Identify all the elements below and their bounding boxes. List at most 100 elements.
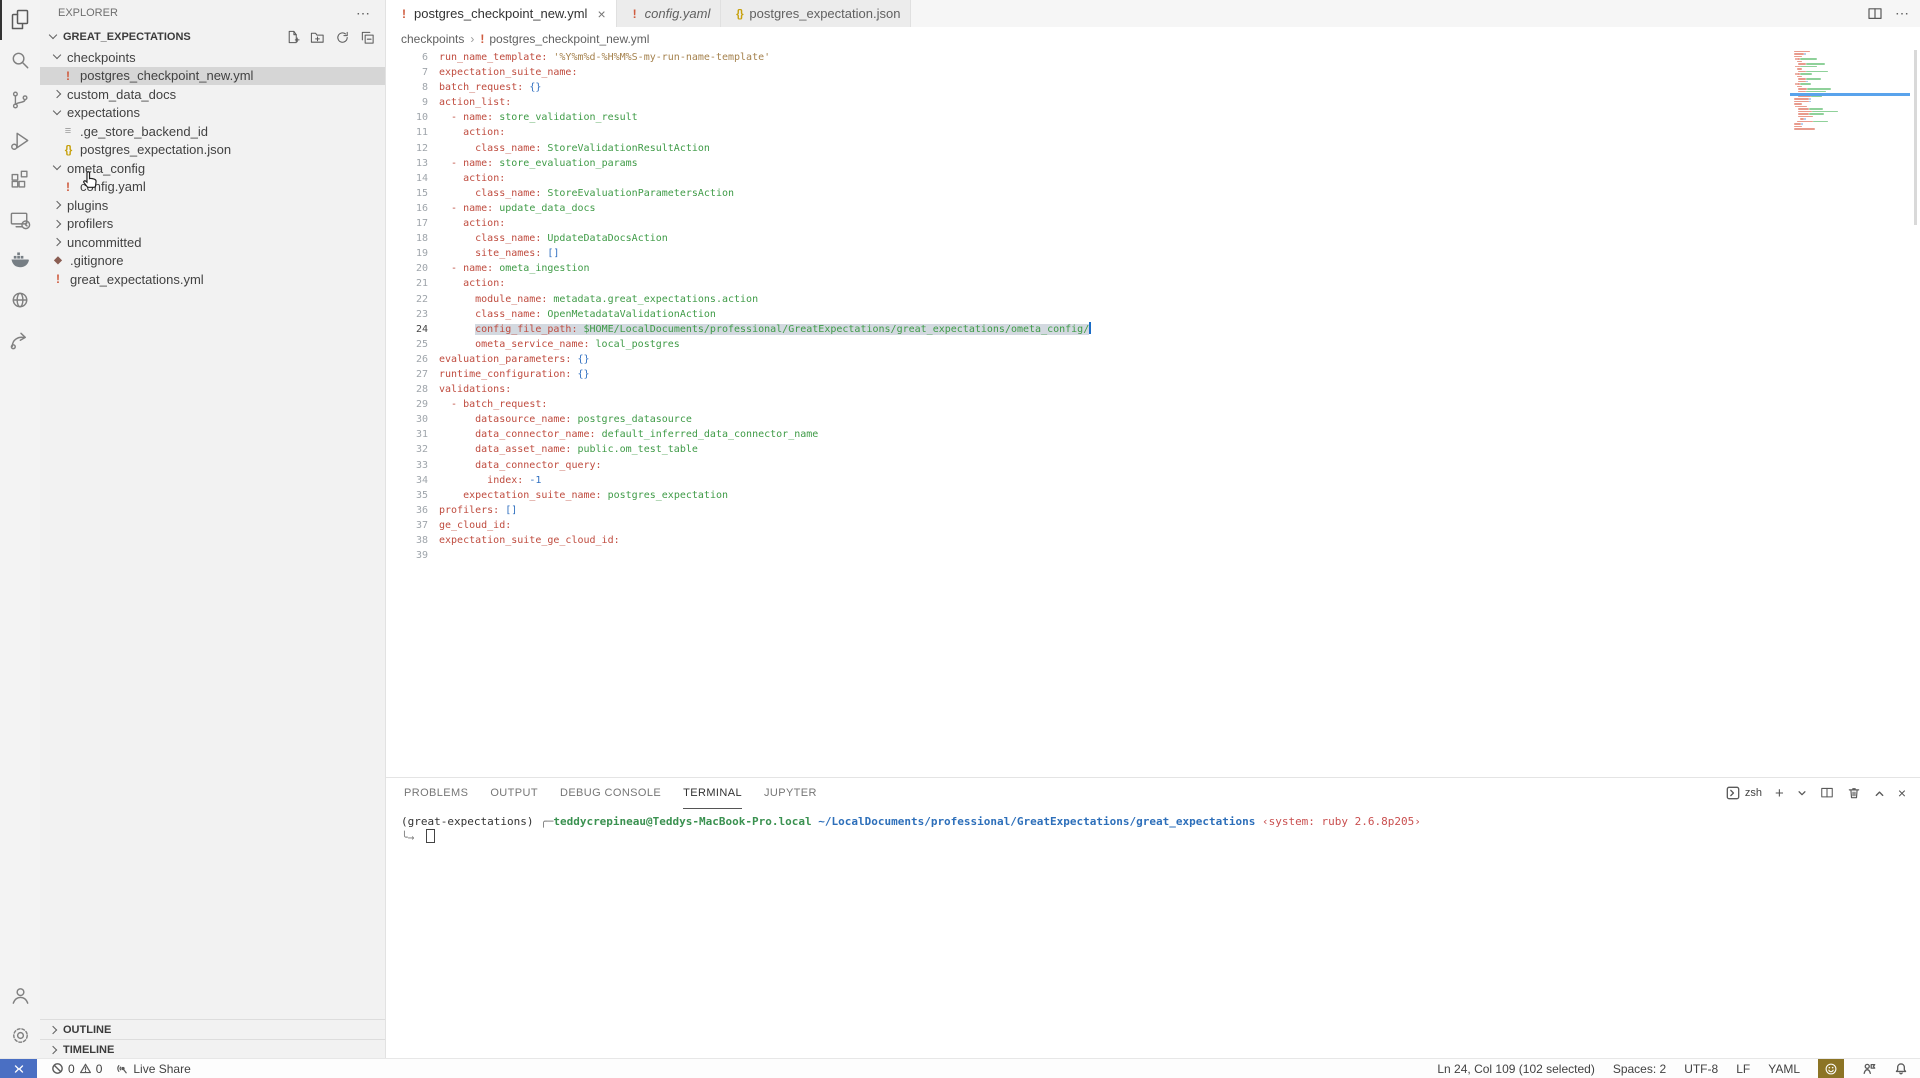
code-line-13[interactable]: 13 - name: store_evaluation_params <box>386 156 1920 171</box>
panel-tab-debug-console[interactable]: DEBUG CONSOLE <box>560 778 661 808</box>
refresh-icon[interactable] <box>335 30 350 45</box>
eol-sequence[interactable]: LF <box>1736 1062 1750 1076</box>
explorer-more-actions-icon[interactable]: ⋯ <box>356 5 371 22</box>
panel-tab-terminal[interactable]: TERMINAL <box>683 778 742 809</box>
activity-item-account[interactable] <box>0 975 40 1015</box>
code-line-27[interactable]: 27runtime_configuration: {} <box>386 367 1920 382</box>
remote-indicator[interactable] <box>0 1059 37 1078</box>
terminal-dropdown-icon[interactable] <box>1797 788 1807 798</box>
split-editor-icon[interactable] <box>1867 6 1883 22</box>
activity-item-jupyter-globe[interactable] <box>0 280 40 320</box>
new-terminal-icon[interactable]: + <box>1775 785 1784 802</box>
code-line-15[interactable]: 15 class_name: StoreEvaluationParameters… <box>386 186 1920 201</box>
tab-postgres-checkpoint-new-yml[interactable]: !postgres_checkpoint_new.yml× <box>386 0 617 27</box>
encoding[interactable]: UTF-8 <box>1684 1062 1718 1076</box>
outline-section[interactable]: OUTLINE <box>40 1019 385 1039</box>
code-line-22[interactable]: 22 module_name: metadata.great_expectati… <box>386 292 1920 307</box>
tree-item-postgres-expectation-json[interactable]: {}postgres_expectation.json <box>40 141 385 160</box>
terminal-input-line[interactable]: ╰→ <box>401 829 1920 845</box>
close-tab-icon[interactable]: × <box>597 6 605 22</box>
language-mode[interactable]: YAML <box>1768 1062 1800 1076</box>
minimap[interactable] <box>1794 50 1906 133</box>
problems-status[interactable]: 0 0 <box>51 1062 102 1076</box>
activity-item-extensions[interactable] <box>0 160 40 200</box>
panel-tab-problems[interactable]: PROBLEMS <box>404 778 468 808</box>
tree-item--ge-store-backend-id[interactable]: ≡.ge_store_backend_id <box>40 122 385 141</box>
tree-item-plugins[interactable]: plugins <box>40 196 385 215</box>
breadcrumb-folder[interactable]: checkpoints <box>401 32 464 46</box>
code-line-6[interactable]: 6run_name_template: '%Y%m%d-%H%M%S-my-ru… <box>386 50 1920 65</box>
tree-item-custom-data-docs[interactable]: custom_data_docs <box>40 85 385 104</box>
code-line-38[interactable]: 38expectation_suite_ge_cloud_id: <box>386 533 1920 548</box>
code-line-16[interactable]: 16 - name: update_data_docs <box>386 201 1920 216</box>
activity-item-remote-explorer[interactable] <box>0 200 40 240</box>
code-line-8[interactable]: 8batch_request: {} <box>386 80 1920 95</box>
code-line-9[interactable]: 9action_list: <box>386 95 1920 110</box>
code-line-34[interactable]: 34 index: -1 <box>386 473 1920 488</box>
new-folder-icon[interactable] <box>310 30 325 45</box>
code-line-33[interactable]: 33 data_connector_query: <box>386 458 1920 473</box>
tab-config-yaml[interactable]: !config.yaml <box>617 0 722 27</box>
live-share-status[interactable]: Live Share <box>116 1062 190 1076</box>
code-line-19[interactable]: 19 site_names: [] <box>386 246 1920 261</box>
code-line-36[interactable]: 36profilers: [] <box>386 503 1920 518</box>
code-line-35[interactable]: 35 expectation_suite_name: postgres_expe… <box>386 488 1920 503</box>
activity-item-docker[interactable] <box>0 240 40 280</box>
breadcrumb-file[interactable]: postgres_checkpoint_new.yml <box>489 32 649 46</box>
tab-postgres-expectation-json[interactable]: {}postgres_expectation.json <box>721 0 911 27</box>
more-actions-icon[interactable]: ⋯ <box>1895 5 1910 22</box>
code-line-23[interactable]: 23 class_name: OpenMetadataValidationAct… <box>386 307 1920 322</box>
code-line-17[interactable]: 17 action: <box>386 216 1920 231</box>
tree-item-postgres-checkpoint-new-yml[interactable]: !postgres_checkpoint_new.yml <box>40 67 385 86</box>
terminal-profile[interactable]: zsh <box>1726 786 1762 800</box>
code-line-18[interactable]: 18 class_name: UpdateDataDocsAction <box>386 231 1920 246</box>
terminal-content[interactable]: (great-expectations) ╭─teddycrepineau@Te… <box>386 808 1920 845</box>
split-terminal-icon[interactable] <box>1820 786 1834 800</box>
person-feedback-icon[interactable] <box>1862 1062 1876 1076</box>
cursor-position[interactable]: Ln 24, Col 109 (102 selected) <box>1437 1062 1594 1076</box>
tree-item-ometa-config[interactable]: ometa_config <box>40 159 385 178</box>
activity-item-run-debug[interactable] <box>0 120 40 160</box>
code-line-29[interactable]: 29 - batch_request: <box>386 397 1920 412</box>
maximize-panel-icon[interactable] <box>1874 788 1885 799</box>
code-line-28[interactable]: 28validations: <box>386 382 1920 397</box>
tree-item-expectations[interactable]: expectations <box>40 104 385 123</box>
feedback-smiley-icon[interactable] <box>1818 1059 1844 1078</box>
tree-item-great-expectations-yml[interactable]: !great_expectations.yml <box>40 270 385 289</box>
activity-item-settings[interactable] <box>0 1015 40 1055</box>
tree-item-checkpoints[interactable]: checkpoints <box>40 48 385 67</box>
tree-item--gitignore[interactable]: ◆.gitignore <box>40 252 385 271</box>
new-file-icon[interactable] <box>285 30 300 45</box>
activity-item-explorer[interactable] <box>0 0 40 40</box>
panel-tab-jupyter[interactable]: JUPYTER <box>764 778 817 808</box>
tree-item-uncommitted[interactable]: uncommitted <box>40 233 385 252</box>
project-root-row[interactable]: GREAT_EXPECTATIONS <box>40 26 385 48</box>
notifications-bell-icon[interactable] <box>1894 1062 1908 1076</box>
panel-tab-output[interactable]: OUTPUT <box>490 778 538 808</box>
tree-item-profilers[interactable]: profilers <box>40 215 385 234</box>
close-panel-icon[interactable]: × <box>1898 785 1906 801</box>
code-line-12[interactable]: 12 class_name: StoreValidationResultActi… <box>386 141 1920 156</box>
timeline-section[interactable]: TIMELINE <box>40 1039 385 1059</box>
code-line-10[interactable]: 10 - name: store_validation_result <box>386 110 1920 125</box>
code-line-14[interactable]: 14 action: <box>386 171 1920 186</box>
code-line-11[interactable]: 11 action: <box>386 125 1920 140</box>
code-line-31[interactable]: 31 data_connector_name: default_inferred… <box>386 427 1920 442</box>
breadcrumb[interactable]: checkpoints › ! postgres_checkpoint_new.… <box>386 27 1920 50</box>
activity-item-source-control[interactable] <box>0 80 40 120</box>
tree-item-config-yaml[interactable]: !config.yaml <box>40 178 385 197</box>
activity-item-live-share[interactable] <box>0 320 40 360</box>
collapse-all-icon[interactable] <box>360 30 375 45</box>
indentation[interactable]: Spaces: 2 <box>1613 1062 1666 1076</box>
code-line-24[interactable]: 24 config_file_path: $HOME/LocalDocument… <box>386 322 1920 337</box>
code-line-39[interactable]: 39 <box>386 548 1920 563</box>
code-line-21[interactable]: 21 action: <box>386 276 1920 291</box>
code-line-37[interactable]: 37ge_cloud_id: <box>386 518 1920 533</box>
code-editor[interactable]: 6run_name_template: '%Y%m%d-%H%M%S-my-ru… <box>386 50 1920 777</box>
editor-scrollbar[interactable] <box>1914 50 1917 225</box>
code-line-20[interactable]: 20 - name: ometa_ingestion <box>386 261 1920 276</box>
code-line-30[interactable]: 30 datasource_name: postgres_datasource <box>386 412 1920 427</box>
code-line-26[interactable]: 26evaluation_parameters: {} <box>386 352 1920 367</box>
activity-item-search[interactable] <box>0 40 40 80</box>
code-line-7[interactable]: 7expectation_suite_name: <box>386 65 1920 80</box>
